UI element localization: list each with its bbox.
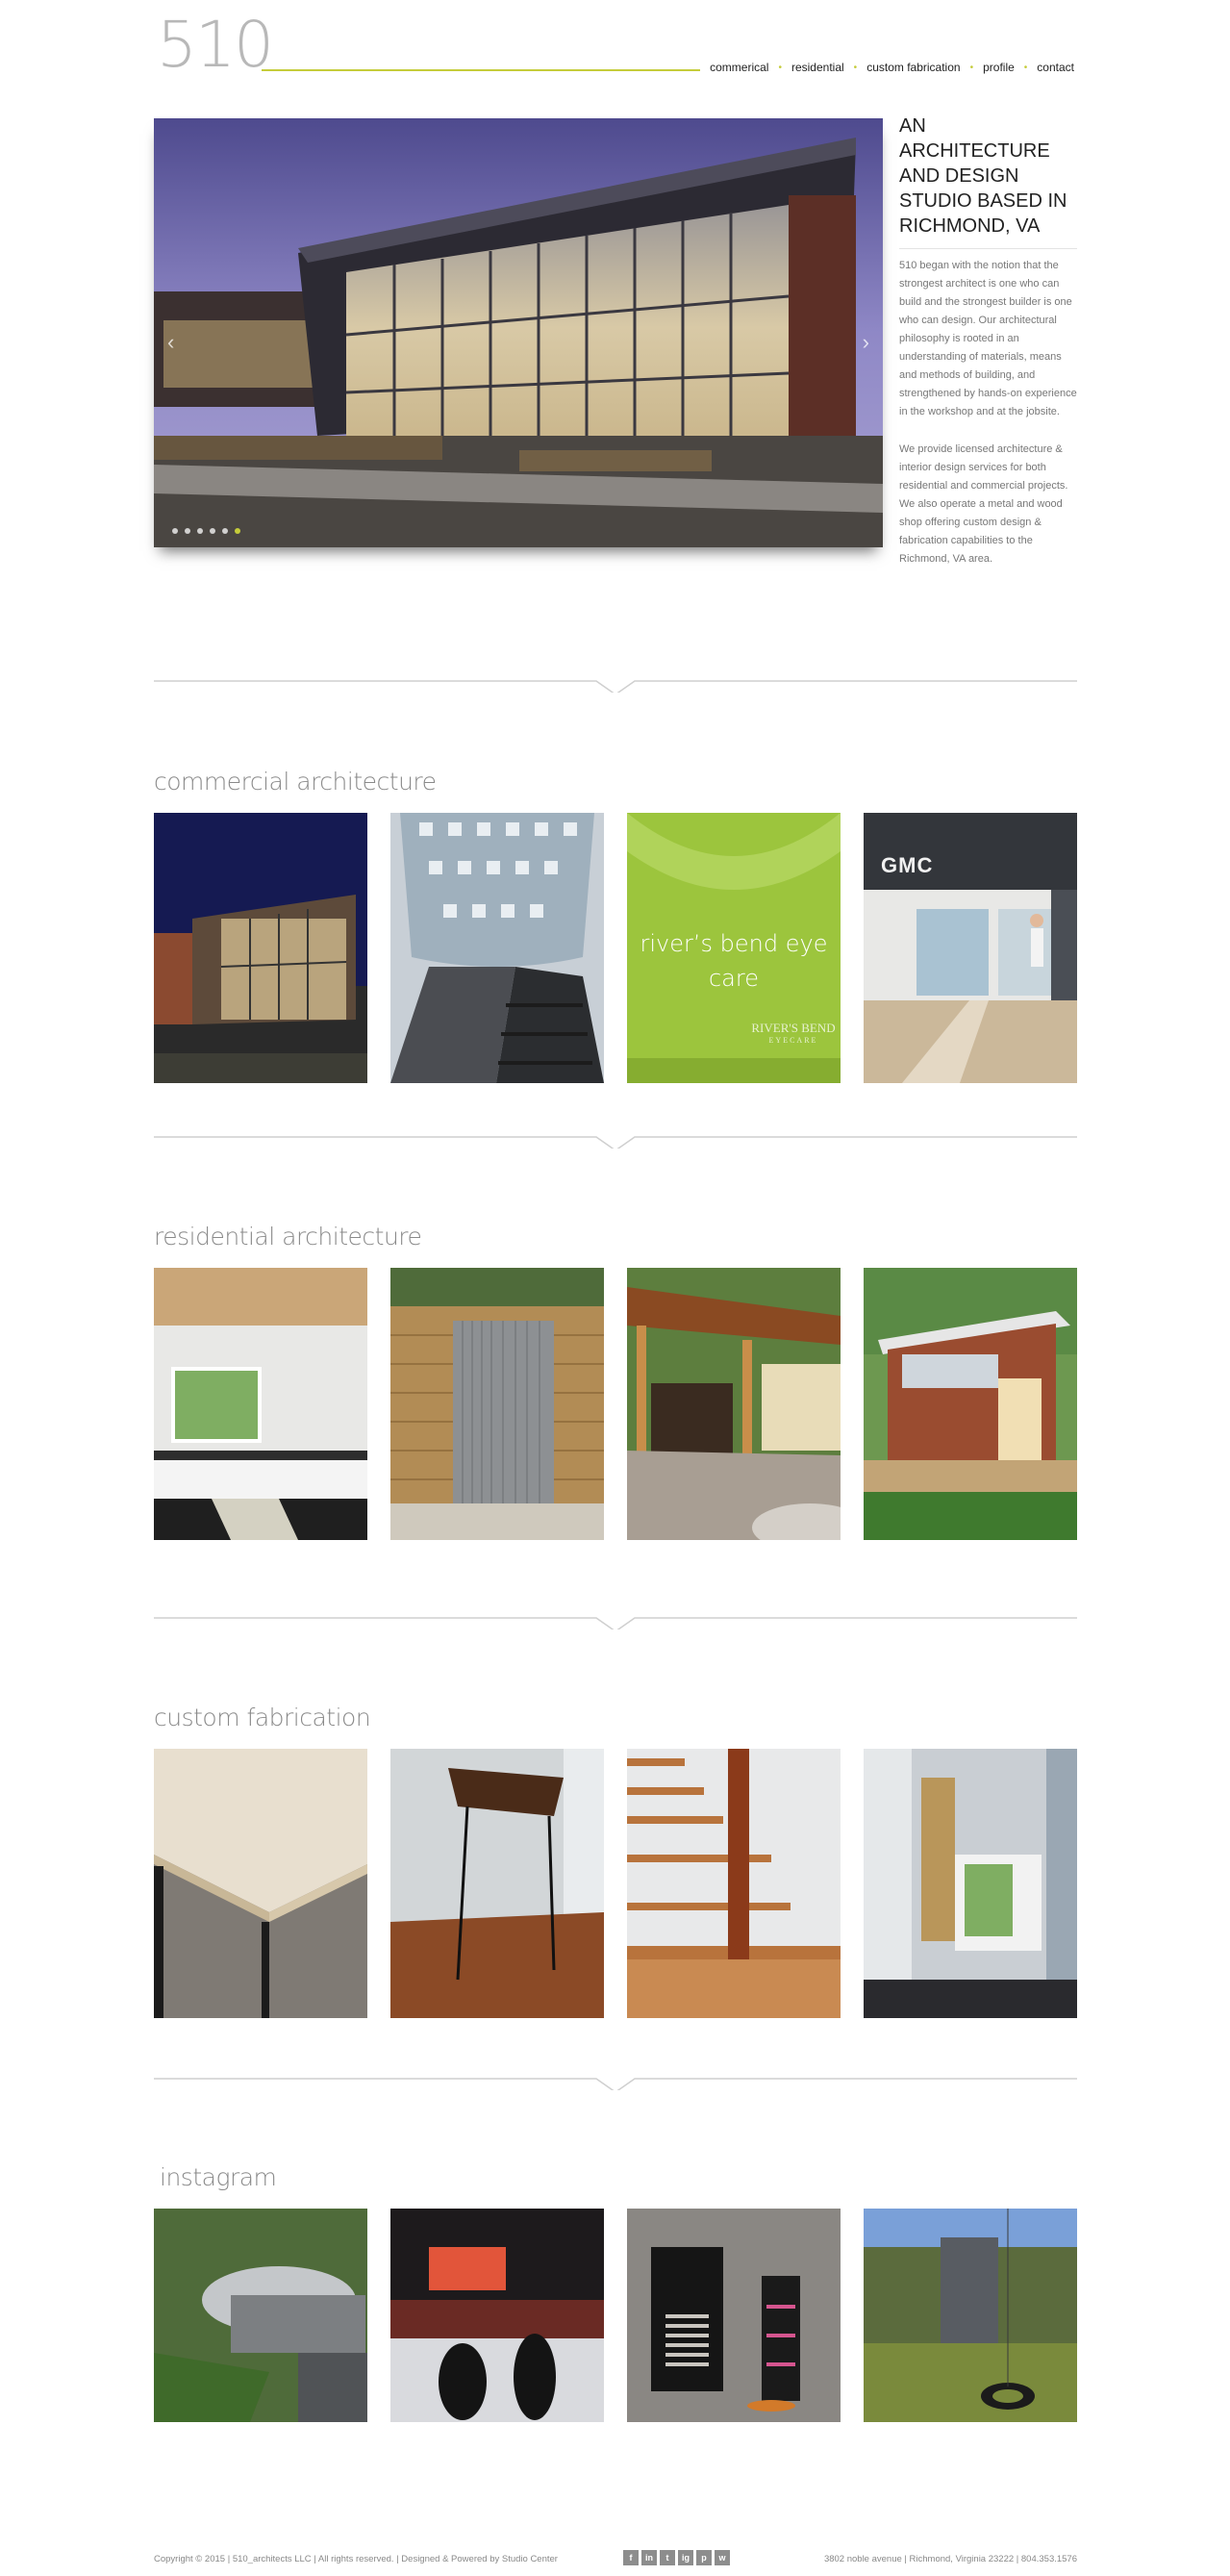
site-logo[interactable]: 510 — [157, 13, 274, 77]
slider-dot[interactable] — [222, 528, 228, 534]
intro-paragraph: 510 began with the notion that the stron… — [899, 260, 1077, 417]
intro-heading: AN ARCHITECTURE AND DESIGN STUDIO BASED … — [899, 114, 1077, 249]
footer: Copyright © 2015 | 510_architects LLC | … — [154, 2550, 1077, 2569]
residential-tile[interactable] — [864, 1268, 1077, 1540]
rivers-bend-logo: RIVER'S BEND EYECARE — [751, 1021, 836, 1045]
intro-panel: AN ARCHITECTURE AND DESIGN STUDIO BASED … — [899, 114, 1077, 568]
gmc-sign: GMC — [881, 853, 934, 877]
section-title-residential[interactable]: residential architecture — [154, 1223, 422, 1250]
fabrication-tile[interactable] — [864, 1749, 1077, 2018]
commercial-grid: river’s bend eye care RIVER'S BEND EYECAR… — [154, 813, 1077, 1083]
slider-dot[interactable] — [185, 528, 190, 534]
logo-underline — [262, 69, 700, 71]
footer-copyright: Copyright © 2015 | 510_architects LLC | … — [154, 2554, 558, 2564]
intro-paragraph: We provide licensed architecture & inter… — [899, 443, 1068, 565]
linkedin-icon[interactable]: in — [641, 2550, 657, 2565]
instagram-icon[interactable]: ig — [678, 2550, 693, 2565]
slider-dot[interactable] — [172, 528, 178, 534]
slider-dot[interactable] — [197, 528, 203, 534]
instagram-image — [864, 2209, 1077, 2422]
tumblr-icon[interactable]: t — [660, 2550, 675, 2565]
facebook-icon[interactable]: f — [623, 2550, 639, 2565]
residential-tile[interactable] — [154, 1268, 367, 1540]
residential-image — [154, 1268, 367, 1540]
nav-separator: • — [969, 62, 974, 73]
nav-separator: • — [778, 62, 782, 73]
residential-image — [864, 1268, 1077, 1540]
fabrication-grid — [154, 1749, 1077, 2018]
chevron-right-icon[interactable]: › — [863, 330, 869, 355]
pinterest-icon[interactable]: p — [696, 2550, 712, 2565]
instagram-image — [390, 2209, 604, 2422]
nav-separator: • — [1023, 62, 1028, 73]
fabrication-image — [627, 1749, 841, 2018]
wordpress-icon[interactable]: w — [715, 2550, 730, 2565]
social-links: f in t ig p w — [623, 2550, 730, 2565]
fabrication-tile[interactable] — [390, 1749, 604, 2018]
residential-tile[interactable] — [390, 1268, 604, 1540]
nav-profile[interactable]: profile — [983, 61, 1015, 74]
commercial-tile[interactable] — [390, 813, 604, 1083]
fabrication-image — [864, 1749, 1077, 2018]
chevron-left-icon[interactable]: ‹ — [167, 330, 174, 355]
instagram-tile[interactable] — [627, 2209, 841, 2422]
section-divider — [154, 1129, 1077, 1149]
hero-image — [154, 118, 883, 547]
tile-caption: river’s bend eye care — [640, 930, 828, 992]
residential-image — [390, 1268, 604, 1540]
instagram-grid — [154, 2209, 1077, 2422]
residential-image — [627, 1268, 841, 1540]
nav-custom-fabrication[interactable]: custom fabrication — [866, 61, 960, 74]
section-title-custom-fabrication[interactable]: custom fabrication — [154, 1704, 371, 1731]
fabrication-tile[interactable] — [627, 1749, 841, 2018]
section-divider — [154, 2071, 1077, 2090]
fabrication-image — [154, 1749, 367, 2018]
residential-grid — [154, 1268, 1077, 1540]
main-nav: commerical • residential • custom fabric… — [710, 61, 1074, 74]
commercial-image — [154, 813, 367, 1083]
section-divider — [154, 673, 1077, 693]
section-divider — [154, 1610, 1077, 1629]
section-title-instagram[interactable]: instagram — [160, 2163, 277, 2191]
slider-dots — [172, 528, 240, 534]
instagram-image — [154, 2209, 367, 2422]
fabrication-tile[interactable] — [154, 1749, 367, 2018]
commercial-tile[interactable]: river’s bend eye care RIVER'S BEND EYECAR… — [627, 813, 841, 1083]
slider-dot[interactable] — [210, 528, 215, 534]
nav-contact[interactable]: contact — [1037, 61, 1074, 74]
section-title-commercial[interactable]: commercial architecture — [154, 768, 437, 796]
footer-address: 3802 noble avenue | Richmond, Virginia 2… — [823, 2554, 1077, 2564]
hero-slider[interactable]: ‹ › — [154, 118, 883, 547]
slider-dot-active[interactable] — [235, 528, 240, 534]
instagram-tile[interactable] — [154, 2209, 367, 2422]
nav-commercial[interactable]: commerical — [710, 61, 768, 74]
nav-residential[interactable]: residential — [791, 61, 844, 74]
commercial-tile[interactable] — [154, 813, 367, 1083]
fabrication-image — [390, 1749, 604, 2018]
commercial-image — [390, 813, 604, 1083]
nav-separator: • — [853, 62, 858, 73]
commercial-tile[interactable]: GMC — [864, 813, 1077, 1083]
residential-tile[interactable] — [627, 1268, 841, 1540]
instagram-tile[interactable] — [390, 2209, 604, 2422]
instagram-image — [627, 2209, 841, 2422]
instagram-tile[interactable] — [864, 2209, 1077, 2422]
